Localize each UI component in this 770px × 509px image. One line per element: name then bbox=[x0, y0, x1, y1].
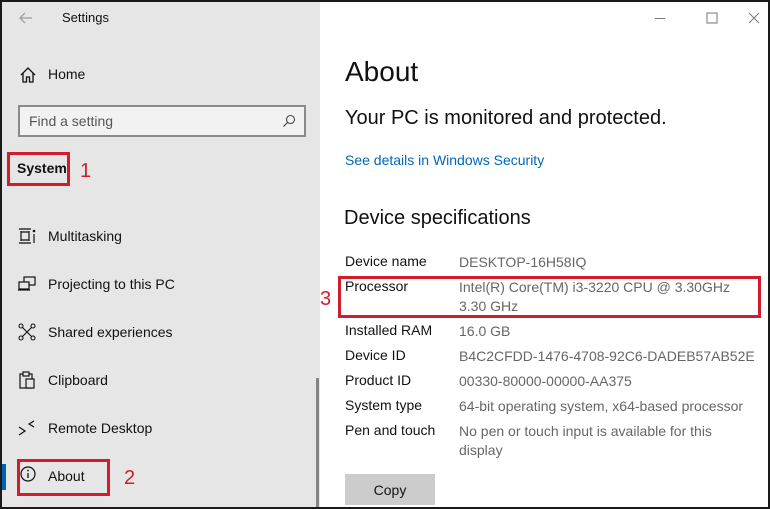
spec-label: Device name bbox=[345, 253, 427, 269]
close-button[interactable] bbox=[738, 6, 768, 30]
sidebar-item-label: Remote Desktop bbox=[48, 420, 153, 436]
sidebar-item-label: Multitasking bbox=[48, 228, 122, 244]
spec-label: System type bbox=[345, 397, 423, 413]
search-input[interactable] bbox=[20, 107, 270, 135]
annotation-box-3 bbox=[338, 276, 761, 318]
sidebar-item-label: Clipboard bbox=[48, 372, 108, 388]
annotation-number-3: 3 bbox=[320, 288, 332, 310]
back-arrow-icon bbox=[19, 12, 32, 24]
device-specifications-heading: Device specifications bbox=[344, 207, 531, 229]
spec-label: Device ID bbox=[345, 347, 406, 363]
sidebar-item-clipboard[interactable]: Clipboard bbox=[2, 360, 320, 400]
minimize-button[interactable] bbox=[644, 6, 676, 30]
sidebar-item-label: Home bbox=[48, 66, 86, 82]
copy-button[interactable]: Copy bbox=[345, 474, 435, 505]
multitasking-icon bbox=[19, 228, 36, 244]
minimize-icon bbox=[655, 18, 665, 19]
app-title: Settings bbox=[62, 10, 109, 25]
spec-value: 00330-80000-00000-AA375 bbox=[459, 373, 632, 389]
spec-label: Pen and touch bbox=[345, 422, 436, 438]
sidebar: Settings Home System 1 Multitasking bbox=[2, 2, 320, 507]
sidebar-item-remote-desktop[interactable]: Remote Desktop bbox=[2, 408, 320, 448]
active-indicator bbox=[2, 464, 6, 490]
sidebar-item-label: Projecting to this PC bbox=[48, 276, 175, 292]
spec-value: DESKTOP-16H58IQ bbox=[459, 254, 587, 270]
sidebar-item-projecting[interactable]: Projecting to this PC bbox=[2, 264, 320, 304]
annotation-number-1: 1 bbox=[80, 160, 92, 182]
close-icon bbox=[748, 12, 760, 24]
sidebar-item-label: Shared experiences bbox=[48, 324, 173, 340]
back-button[interactable] bbox=[14, 6, 38, 30]
search-icon[interactable] bbox=[282, 114, 296, 128]
annotation-number-2: 2 bbox=[124, 467, 136, 489]
content-pane: About Your PC is monitored and protected… bbox=[320, 2, 768, 507]
protection-status: Your PC is monitored and protected. bbox=[345, 107, 667, 129]
settings-window: Settings Home System 1 Multitasking bbox=[0, 0, 770, 509]
projecting-icon bbox=[18, 276, 36, 291]
spec-value: 64-bit operating system, x64-based proce… bbox=[459, 398, 744, 414]
sidebar-item-multitasking[interactable]: Multitasking bbox=[2, 216, 320, 256]
annotation-box-1 bbox=[7, 152, 70, 186]
spec-value: No pen or touch input is available for t… bbox=[459, 423, 712, 458]
maximize-button[interactable] bbox=[696, 6, 728, 30]
sidebar-item-home[interactable]: Home bbox=[2, 60, 320, 90]
search-box bbox=[18, 105, 306, 137]
spec-value: 16.0 GB bbox=[459, 323, 511, 339]
shared-experiences-icon bbox=[18, 323, 36, 341]
home-icon bbox=[20, 67, 36, 83]
spec-value: B4C2CFDD-1476-4708-92C6-DADEB57AB52E bbox=[459, 348, 755, 364]
page-title: About bbox=[345, 56, 419, 87]
sidebar-item-shared-experiences[interactable]: Shared experiences bbox=[2, 312, 320, 352]
clipboard-icon bbox=[19, 371, 35, 389]
remote-desktop-icon bbox=[18, 420, 35, 436]
sidebar-scrollbar[interactable] bbox=[316, 378, 319, 507]
windows-security-link[interactable]: See details in Windows Security bbox=[345, 152, 544, 168]
spec-label: Installed RAM bbox=[345, 322, 433, 338]
annotation-box-2 bbox=[17, 459, 110, 496]
maximize-icon bbox=[706, 12, 718, 24]
spec-label: Product ID bbox=[345, 372, 412, 388]
